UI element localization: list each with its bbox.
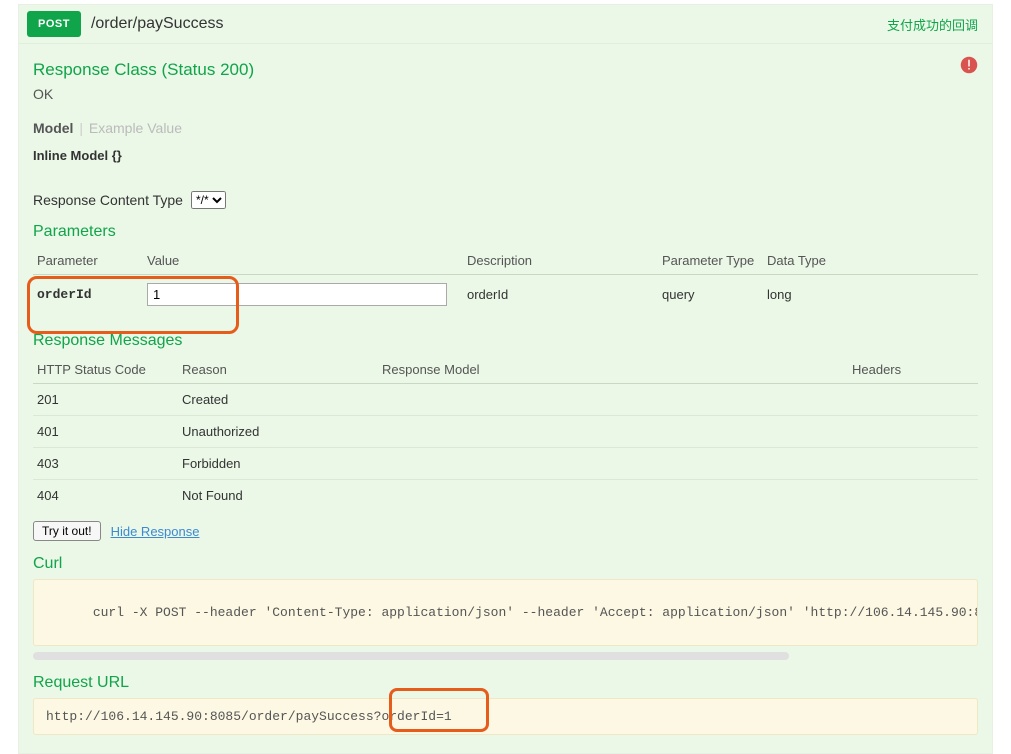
response-class-title: Response Class (Status 200) [33, 60, 978, 80]
actions-row: Try it out! Hide Response [33, 521, 978, 541]
col-value: Value [143, 245, 463, 275]
col-parameter: Parameter [33, 245, 143, 275]
content-type-row: Response Content Type */* [33, 191, 978, 209]
status-code: 403 [33, 448, 178, 480]
status-code: 201 [33, 384, 178, 416]
curl-block[interactable]: curl -X POST --header 'Content-Type: app… [33, 579, 978, 646]
response-messages-table: HTTP Status Code Reason Response Model H… [33, 354, 978, 511]
content-type-select[interactable]: */* [191, 191, 226, 209]
request-url-text: http://106.14.145.90:8085/order/paySucce… [46, 709, 452, 724]
try-it-out-button[interactable]: Try it out! [33, 521, 101, 541]
table-row: orderId orderId query long [33, 275, 978, 315]
col-headers: Headers [848, 354, 978, 384]
http-method-badge: POST [27, 11, 81, 37]
param-value-input[interactable] [147, 283, 447, 306]
status-code: 404 [33, 480, 178, 512]
param-description: orderId [463, 275, 658, 315]
table-row: 401 Unauthorized [33, 416, 978, 448]
col-data-type: Data Type [763, 245, 978, 275]
col-parameter-type: Parameter Type [658, 245, 763, 275]
request-url-title: Request URL [33, 674, 978, 692]
content-type-label: Response Content Type [33, 192, 183, 208]
col-response-model: Response Model [378, 354, 848, 384]
param-value-cell [143, 275, 463, 315]
request-url-block[interactable]: http://106.14.145.90:8085/order/paySucce… [33, 698, 978, 735]
endpoint-path: /order/paySuccess [91, 15, 887, 33]
inline-model-text: Inline Model {} [33, 148, 978, 163]
model-tabs: Model | Example Value [33, 120, 978, 136]
table-row: 403 Forbidden [33, 448, 978, 480]
status-reason: Created [178, 384, 378, 416]
parameters-table: Parameter Value Description Parameter Ty… [33, 245, 978, 314]
curl-title: Curl [33, 555, 978, 573]
warning-icon[interactable] [960, 56, 978, 74]
parameters-title: Parameters [33, 223, 978, 241]
param-data-type: long [763, 275, 978, 315]
curl-command-text: curl -X POST --header 'Content-Type: app… [93, 605, 978, 620]
endpoint-description: 支付成功的回调 [887, 15, 978, 34]
col-status-code: HTTP Status Code [33, 354, 178, 384]
hide-response-link[interactable]: Hide Response [111, 524, 200, 539]
status-reason: Unauthorized [178, 416, 378, 448]
response-messages-title: Response Messages [33, 332, 978, 350]
tab-example-value[interactable]: Example Value [89, 120, 182, 136]
table-row: 404 Not Found [33, 480, 978, 512]
operation-content: Response Class (Status 200) OK Model | E… [19, 44, 992, 753]
status-code: 401 [33, 416, 178, 448]
response-status-text: OK [33, 86, 978, 102]
param-name: orderId [33, 275, 143, 315]
table-row: 201 Created [33, 384, 978, 416]
request-url-wrap: http://106.14.145.90:8085/order/paySucce… [33, 698, 978, 735]
param-type: query [658, 275, 763, 315]
operation-heading[interactable]: POST /order/paySuccess 支付成功的回调 [19, 5, 992, 44]
horizontal-scrollbar[interactable] [33, 652, 789, 660]
col-description: Description [463, 245, 658, 275]
col-reason: Reason [178, 354, 378, 384]
tab-model[interactable]: Model [33, 120, 73, 136]
status-reason: Not Found [178, 480, 378, 512]
operation-panel: POST /order/paySuccess 支付成功的回调 Response … [18, 4, 993, 754]
status-reason: Forbidden [178, 448, 378, 480]
tab-separator: | [79, 120, 83, 136]
